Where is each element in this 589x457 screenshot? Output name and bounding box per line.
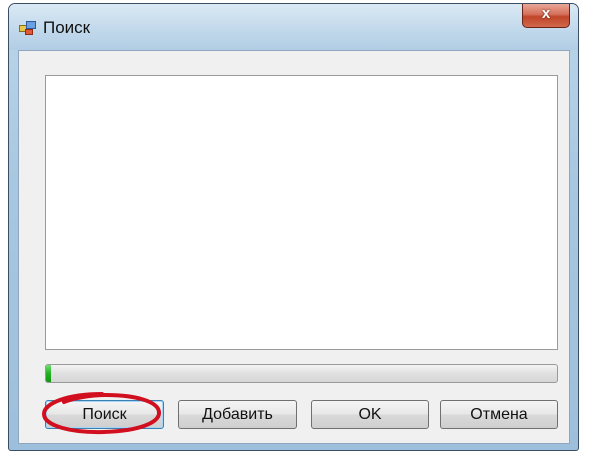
window-title: Поиск: [43, 18, 91, 37]
results-listbox[interactable]: [45, 75, 558, 350]
search-progress-bar: [45, 364, 558, 383]
search-button[interactable]: Поиск: [45, 400, 164, 429]
title-bar[interactable]: Поиск x: [9, 4, 578, 50]
search-dialog-window: Поиск x Поиск Добавить OK Отмена: [8, 3, 579, 451]
progress-fill: [46, 365, 52, 382]
cancel-button[interactable]: Отмена: [440, 400, 558, 429]
close-button[interactable]: x: [522, 4, 570, 28]
add-button[interactable]: Добавить: [178, 400, 297, 429]
app-form-icon: [19, 20, 37, 36]
dialog-client-area: Поиск Добавить OK Отмена: [18, 50, 570, 444]
close-icon: x: [541, 5, 551, 22]
ok-button[interactable]: OK: [311, 400, 429, 429]
